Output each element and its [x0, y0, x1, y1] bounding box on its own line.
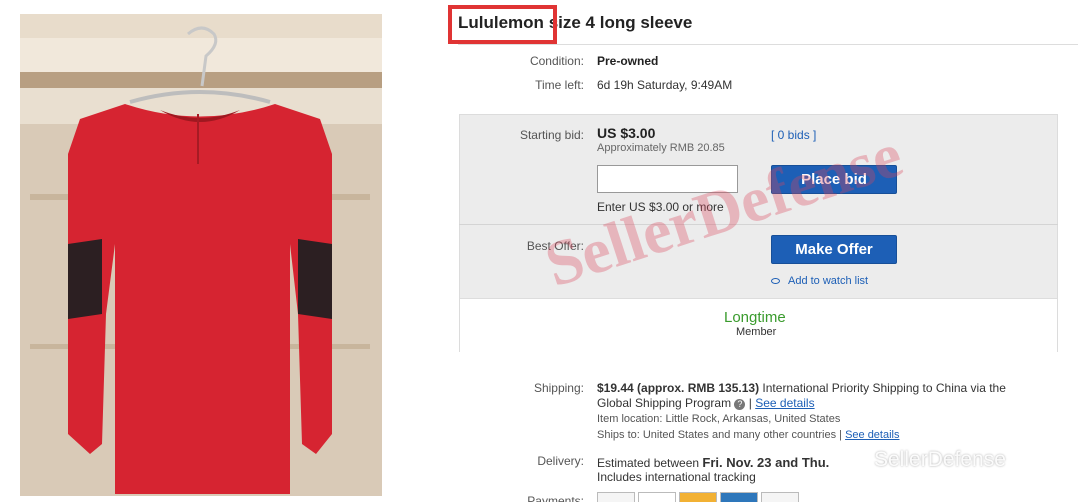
- payments-label: Payments:: [527, 494, 584, 502]
- delivery-text: Estimated between: [597, 456, 700, 470]
- delivery-intl: Includes international tracking: [597, 470, 756, 484]
- bid-amount-input[interactable]: [597, 165, 738, 193]
- place-bid-button[interactable]: Place bid: [771, 165, 897, 194]
- product-photo[interactable]: [20, 14, 382, 496]
- make-offer-button[interactable]: Make Offer: [771, 235, 897, 264]
- wechat-icon: [846, 451, 868, 470]
- bid-price: US $3.00: [597, 125, 656, 141]
- shirt-image: [20, 14, 382, 496]
- see-details-link-2[interactable]: See details: [845, 429, 899, 441]
- timeleft-label: Time left:: [535, 78, 584, 92]
- item-location: Item location: Little Rock, Arkansas, Un…: [597, 413, 841, 425]
- delivery-label: Delivery:: [537, 454, 584, 468]
- member-line2: Member: [736, 326, 777, 338]
- shipping-line1: $19.44 (approx. RMB 135.13) Internationa…: [597, 381, 1057, 395]
- brand-highlight-box: [448, 5, 557, 44]
- visa-icon: [638, 492, 676, 502]
- discover-icon: [761, 492, 799, 502]
- bid-hint: Enter US $3.00 or more: [597, 200, 724, 214]
- timeleft-value: 6d 19h Saturday, 9:49AM: [597, 78, 733, 92]
- best-offer-label: Best Offer:: [526, 239, 584, 253]
- delivery-dates: Fri. Nov. 23 and Thu.: [702, 455, 830, 470]
- watch-list-label: Add to watch list: [788, 275, 869, 287]
- member-line1: Longtime: [724, 309, 786, 326]
- eye-icon: [771, 278, 780, 285]
- info-icon[interactable]: ?: [734, 399, 746, 410]
- shipping-label: Shipping:: [533, 381, 584, 395]
- mastercard-icon: [679, 492, 717, 502]
- title-divider: [458, 44, 1078, 45]
- title-rest: size 4 long sleeve: [548, 13, 693, 32]
- amex-icon: [720, 492, 758, 502]
- see-details-link[interactable]: See details: [755, 396, 814, 410]
- condition-label: Condition:: [529, 54, 584, 68]
- shipping-program: Global Shipping Program: [597, 396, 732, 410]
- paypal-icon: [597, 492, 635, 502]
- shipping-price: $19.44 (approx. RMB 135.13): [597, 381, 760, 395]
- shipping-line2: Global Shipping Program ? | See details: [597, 396, 815, 410]
- ships-to-text: Ships to: United States and many other c…: [597, 429, 837, 441]
- shipping-method: International Priority Shipping to China…: [762, 381, 1006, 395]
- watch-list-link[interactable]: Add to watch list: [771, 275, 868, 287]
- wechat-label: SellerDefense: [874, 448, 1006, 471]
- bid-panel-divider: [459, 224, 1058, 225]
- delivery-line: Estimated between Fri. Nov. 23 and Thu.: [597, 455, 829, 470]
- condition-value: Pre-owned: [597, 54, 659, 68]
- ships-to: Ships to: United States and many other c…: [597, 429, 900, 441]
- wechat-brand: SellerDefense: [846, 448, 1006, 472]
- starting-bid-label: Starting bid:: [519, 128, 584, 142]
- payment-icons: [597, 492, 802, 502]
- bids-count-link[interactable]: [ 0 bids ]: [771, 128, 816, 142]
- bid-approx: Approximately RMB 20.85: [597, 142, 725, 154]
